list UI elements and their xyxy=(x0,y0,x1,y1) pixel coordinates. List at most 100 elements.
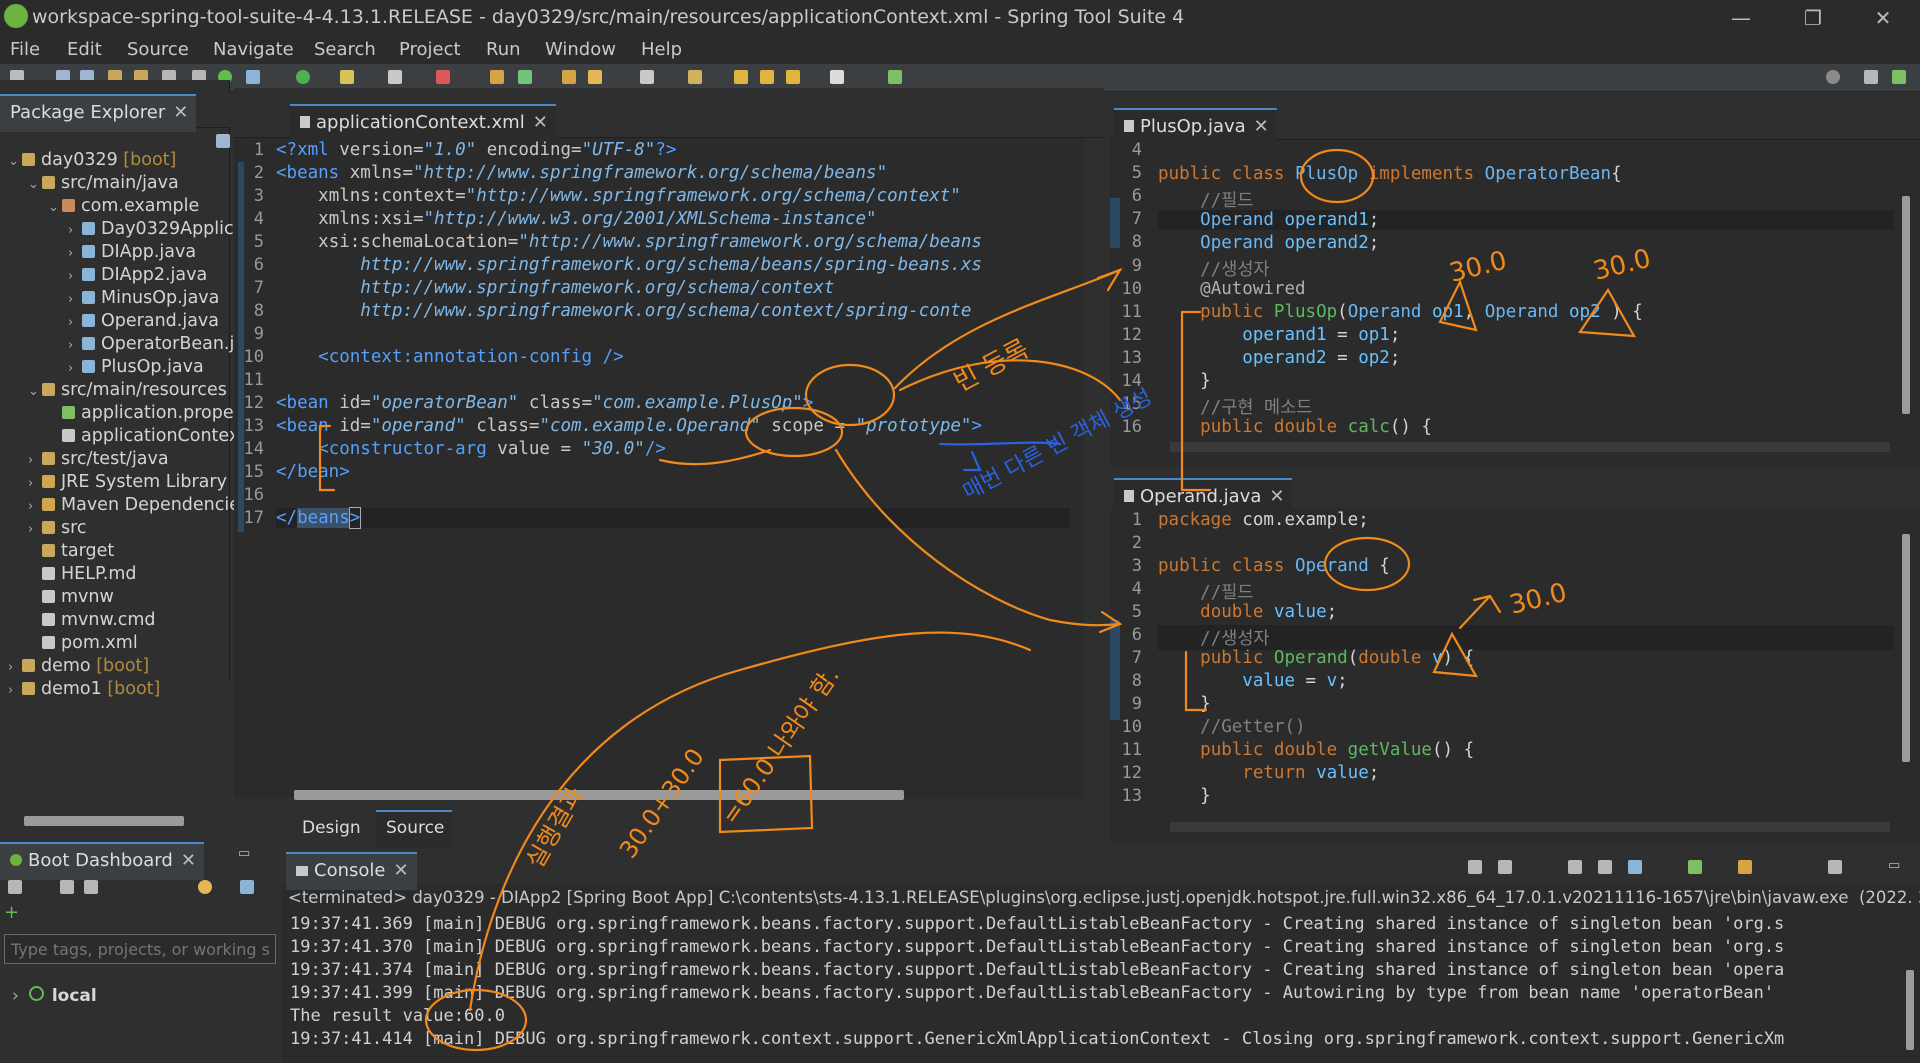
forward-icon[interactable] xyxy=(830,70,844,84)
tree-item[interactable]: ⌄ com.example xyxy=(0,196,199,219)
open-type-icon[interactable] xyxy=(562,70,576,84)
plusop-v-scrollbar[interactable] xyxy=(1896,140,1916,440)
menu-help[interactable]: Help xyxy=(641,39,682,60)
clear-console-icon[interactable] xyxy=(1568,860,1582,874)
coverage-icon[interactable] xyxy=(436,70,450,84)
expand-arrow-icon[interactable]: ⌄ xyxy=(8,154,22,169)
annotation-icon[interactable] xyxy=(640,70,654,84)
tree-item[interactable]: ›JRE System Library [Jav xyxy=(0,472,260,495)
tree-item[interactable]: application.properti xyxy=(0,403,253,426)
external-tools-icon[interactable] xyxy=(340,70,354,84)
minimize-button[interactable]: — xyxy=(1712,2,1770,34)
debug-icon[interactable] xyxy=(246,70,260,84)
minimize-view-icon[interactable]: ▭ xyxy=(238,846,250,861)
console-v-scrollbar[interactable] xyxy=(1902,910,1916,1060)
pin-icon[interactable] xyxy=(688,70,702,84)
tree-item[interactable]: › Day0329Applicat xyxy=(0,219,251,242)
expand-arrow-icon[interactable]: › xyxy=(68,269,82,284)
tree-item[interactable]: › demo1 [boot] xyxy=(0,679,160,702)
remove-launch-icon[interactable] xyxy=(1468,860,1482,874)
tree-item[interactable]: › Operand.java xyxy=(0,311,219,334)
tree-item[interactable]: › Maven Dependencies xyxy=(0,495,249,518)
menu-edit[interactable]: Edit xyxy=(67,39,102,60)
open-perspective-icon[interactable] xyxy=(1864,70,1878,84)
new-package-icon[interactable] xyxy=(490,70,504,84)
menu-window[interactable]: Window xyxy=(545,39,616,60)
expand-arrow-icon[interactable]: › xyxy=(8,683,22,698)
tree-item[interactable]: › DIApp.java xyxy=(0,242,196,265)
tree-h-scrollbar-thumb[interactable] xyxy=(24,816,184,826)
open-console-icon[interactable] xyxy=(1738,860,1752,874)
task-icon[interactable] xyxy=(888,70,902,84)
expand-arrow-icon[interactable]: › xyxy=(28,453,42,468)
tree-item[interactable]: › MinusOp.java xyxy=(0,288,219,311)
expand-arrow-icon[interactable]: › xyxy=(28,522,42,537)
tree-item[interactable]: target xyxy=(0,541,114,564)
tree-item[interactable]: › PlusOp.java xyxy=(0,357,204,380)
tree-item[interactable]: › demo [boot] xyxy=(0,656,149,679)
xml-source-view[interactable]: 1 2 3 4 5 6 7 8 9 10 11 12 13 14 15 16 17 <?xml version=… xyxy=(234,138,1084,800)
expand-arrow-icon[interactable]: › xyxy=(68,292,82,307)
search-icon[interactable] xyxy=(1826,70,1840,84)
expand-arrow-icon[interactable]: › xyxy=(8,660,22,675)
tab-console[interactable]: Console ✕ xyxy=(286,852,417,890)
close-button[interactable]: ✕ xyxy=(1854,2,1912,34)
menu-file[interactable]: File xyxy=(10,39,40,60)
close-icon[interactable]: ✕ xyxy=(393,860,408,881)
tree-item[interactable]: › src xyxy=(0,518,87,541)
remove-all-icon[interactable] xyxy=(1498,860,1512,874)
operand-h-scrollbar[interactable] xyxy=(1170,822,1890,832)
spring-perspective-icon[interactable] xyxy=(1892,70,1906,84)
tree-item[interactable]: mvnw xyxy=(0,587,114,610)
expand-arrow-icon[interactable]: › xyxy=(68,361,82,376)
tree-item[interactable]: applicationContext.x xyxy=(0,426,260,449)
close-icon[interactable]: ✕ xyxy=(1254,116,1269,137)
run-icon[interactable] xyxy=(296,70,310,84)
tab-application-context-xml[interactable]: applicationContext.xml ✕ xyxy=(290,104,556,142)
expand-arrow-icon[interactable]: › xyxy=(68,223,82,238)
tree-item[interactable]: › OperatorBean.jav xyxy=(0,334,255,357)
refresh-icon[interactable] xyxy=(8,880,22,894)
stop-icon[interactable] xyxy=(60,880,74,894)
brush-icon[interactable] xyxy=(588,70,602,84)
xml-h-scrollbar-thumb[interactable] xyxy=(294,790,904,800)
expand-arrow-icon[interactable]: ⌄ xyxy=(48,200,62,215)
minimize-view-icon[interactable]: ▭ xyxy=(1888,858,1900,873)
tab-boot-dashboard[interactable]: Boot Dashboard ✕ xyxy=(0,842,204,880)
boot-target-local[interactable]: › local xyxy=(12,986,97,1006)
bulb-icon[interactable] xyxy=(198,880,212,894)
operand-v-scrollbar-thumb[interactable] xyxy=(1902,534,1910,762)
view-menu-icon[interactable] xyxy=(1828,860,1842,874)
tree-item[interactable]: ⌄ day0329 [boot] xyxy=(0,150,176,173)
expand-arrow-icon[interactable]: › xyxy=(68,246,82,261)
scroll-lock-icon[interactable] xyxy=(1598,860,1612,874)
plusop-v-scrollbar-thumb[interactable] xyxy=(1902,196,1910,414)
tree-item[interactable]: ⌄ src/main/java xyxy=(0,173,179,196)
tree-item[interactable]: pom.xml xyxy=(0,633,138,656)
tab-design[interactable]: Design xyxy=(292,812,369,848)
menu-search[interactable]: Search xyxy=(314,39,376,60)
stop-icon[interactable] xyxy=(388,70,402,84)
expand-arrow-icon[interactable]: › xyxy=(68,315,82,330)
next-annotation-icon[interactable] xyxy=(760,70,774,84)
operand-v-scrollbar[interactable] xyxy=(1896,508,1916,818)
expand-arrow-icon[interactable]: › xyxy=(68,338,82,353)
restore-button[interactable]: ❐ xyxy=(1784,2,1842,34)
operand-source-view[interactable]: 1 2 3 4 5 6 7 8 9 10 11 12 13 package com.example; p… xyxy=(1110,508,1920,842)
debug-icon[interactable] xyxy=(84,880,98,894)
collapse-all-icon[interactable] xyxy=(216,134,230,148)
xml-v-scrollbar[interactable] xyxy=(1070,138,1084,778)
word-wrap-icon[interactable] xyxy=(1628,860,1642,874)
prev-annotation-icon[interactable] xyxy=(734,70,748,84)
back-icon[interactable] xyxy=(786,70,800,84)
tab-source[interactable]: Source xyxy=(376,810,453,848)
close-icon[interactable]: ✕ xyxy=(181,850,196,871)
expand-arrow-icon[interactable]: ⌄ xyxy=(28,384,42,399)
expand-arrow-icon[interactable]: › xyxy=(28,476,42,491)
console-scrollbar-thumb[interactable] xyxy=(1906,970,1914,1050)
boot-dashboard-search-input[interactable] xyxy=(4,934,276,964)
expand-icon[interactable]: › xyxy=(12,986,19,1006)
menu-navigate[interactable]: Navigate xyxy=(213,39,294,60)
filter-icon[interactable] xyxy=(240,880,254,894)
menu-project[interactable]: Project xyxy=(399,39,461,60)
